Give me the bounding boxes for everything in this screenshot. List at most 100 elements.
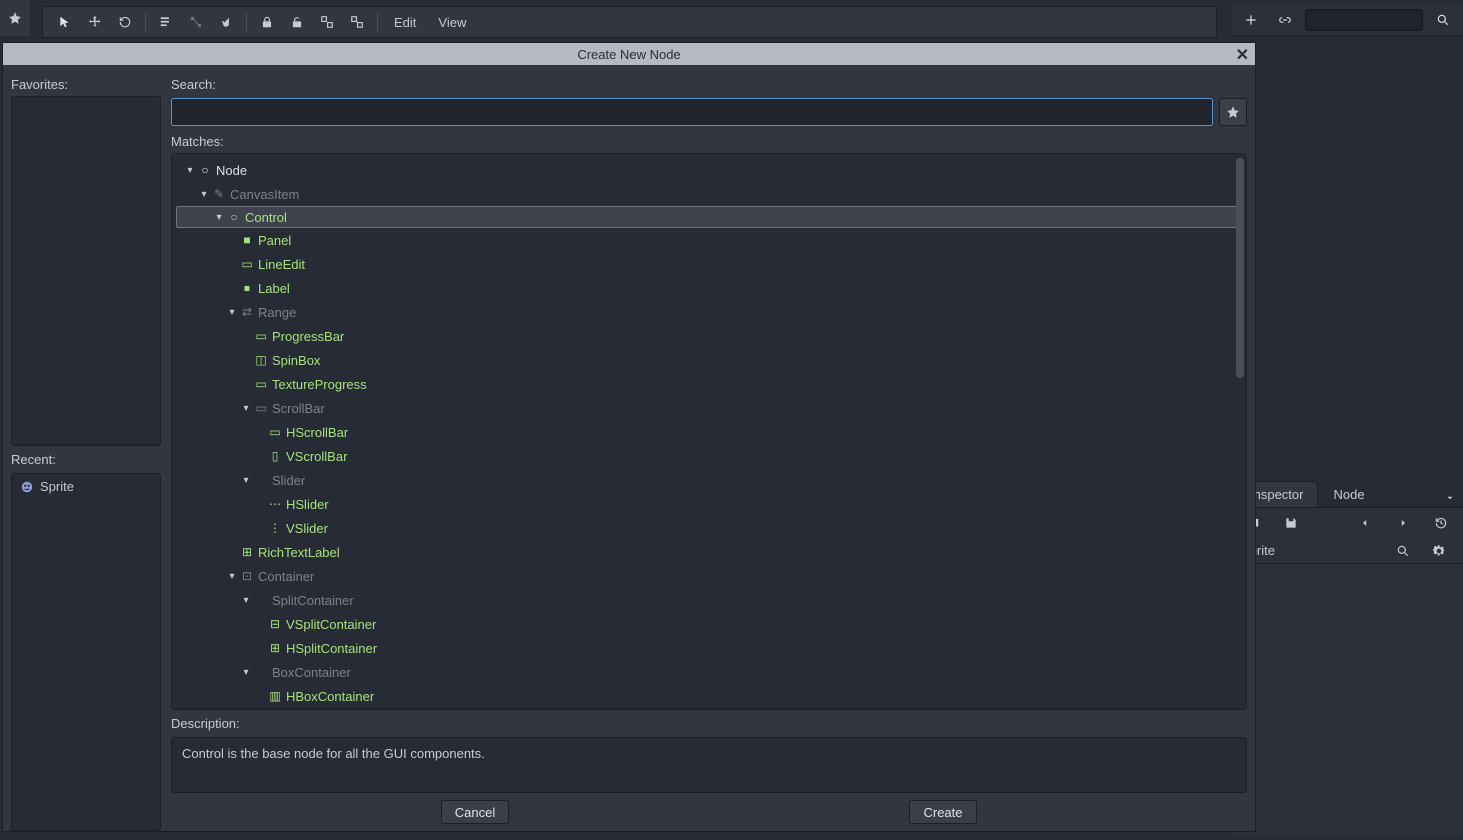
expander-icon[interactable]: ▾ — [240, 595, 252, 606]
tree-row-vscrollbar[interactable]: ▯VScrollBar — [176, 444, 1242, 468]
tree-row-textureprogress[interactable]: ▭TextureProgress — [176, 372, 1242, 396]
toolbar-separator — [246, 12, 247, 32]
recent-item[interactable]: Sprite — [12, 474, 160, 499]
tree-node-label: Range — [256, 305, 296, 320]
tree-row-panel[interactable]: ■Panel — [176, 228, 1242, 252]
dialog-titlebar[interactable]: Create New Node ✕ — [3, 43, 1255, 65]
tree-row-progressbar[interactable]: ▭ProgressBar — [176, 324, 1242, 348]
list-select-icon[interactable] — [152, 9, 180, 35]
tree-row-canvasitem[interactable]: ▾✎CanvasItem — [176, 182, 1242, 206]
recent-list[interactable]: Sprite — [11, 473, 161, 831]
dialog-left-column: Favorites: Recent: Sprite — [11, 71, 161, 831]
spinbox-icon: ◫ — [252, 353, 270, 367]
expander-icon[interactable]: ▾ — [240, 667, 252, 678]
tree-row-label[interactable]: ⏹Label — [176, 276, 1242, 300]
node-tree[interactable]: ▾○Node▾✎CanvasItem▾○Control■Panel▭LineEd… — [171, 153, 1247, 710]
expander-icon[interactable]: ▾ — [198, 189, 210, 200]
tree-row-range[interactable]: ▾⇄Range — [176, 300, 1242, 324]
hboxcontainer-icon: ▥ — [266, 689, 284, 703]
hscrollbar-icon: ▭ — [266, 425, 284, 439]
ungroup-icon[interactable] — [343, 9, 371, 35]
expander-icon[interactable]: ▾ — [213, 212, 225, 223]
tree-row-richtextlabel[interactable]: ⊞RichTextLabel — [176, 540, 1242, 564]
tree-node-label: CanvasItem — [228, 187, 299, 202]
favorites-list[interactable] — [11, 96, 161, 446]
toolbar-separator — [145, 12, 146, 32]
save-resource-icon[interactable] — [1277, 510, 1305, 536]
tree-row-vsplitcontainer[interactable]: ⊟VSplitContainer — [176, 612, 1242, 636]
tree-row-hslider[interactable]: ⋯HSlider — [176, 492, 1242, 516]
search-icon[interactable] — [1389, 538, 1417, 564]
tab-dropdown-icon[interactable] — [1437, 489, 1463, 507]
favorite-toggle-button[interactable] — [1219, 98, 1247, 126]
search-icon[interactable] — [1429, 7, 1457, 33]
lineedit-icon: ▭ — [238, 257, 256, 271]
tree-node-label: VScrollBar — [284, 449, 347, 464]
scene-filter-input[interactable] — [1305, 9, 1423, 31]
tree-node-label: Control — [243, 210, 287, 225]
tree-node-label: Container — [256, 569, 314, 584]
history-icon[interactable] — [1427, 510, 1455, 536]
pan-tool-icon[interactable] — [212, 9, 240, 35]
tree-row-boxcontainer[interactable]: ▾BoxContainer — [176, 660, 1242, 684]
tree-row-spinbox[interactable]: ◫SpinBox — [176, 348, 1242, 372]
cancel-button[interactable]: Cancel — [441, 800, 509, 824]
tree-row-node[interactable]: ▾○Node — [176, 158, 1242, 182]
rotate-tool-icon[interactable] — [111, 9, 139, 35]
control-icon: ○ — [225, 210, 243, 224]
scene-tree-area — [1231, 36, 1463, 480]
select-tool-icon[interactable] — [51, 9, 79, 35]
group-icon[interactable] — [313, 9, 341, 35]
hsplitcontainer-icon: ⊞ — [266, 641, 284, 655]
tab-node[interactable]: Node — [1318, 481, 1379, 507]
range-icon: ⇄ — [238, 305, 256, 319]
move-tool-icon[interactable] — [81, 9, 109, 35]
description-label: Description: — [171, 710, 1247, 735]
lock-group-icon[interactable] — [182, 9, 210, 35]
create-button[interactable]: Create — [909, 800, 977, 824]
history-prev-icon[interactable] — [1351, 510, 1379, 536]
tree-node-label: VSlider — [284, 521, 328, 536]
inspector-toolbar — [1231, 508, 1463, 538]
search-input[interactable] — [171, 98, 1213, 126]
gear-icon[interactable] — [1425, 538, 1453, 564]
unlock-icon[interactable] — [283, 9, 311, 35]
tree-row-vslider[interactable]: ⋮VSlider — [176, 516, 1242, 540]
tree-row-control[interactable]: ▾○Control — [176, 206, 1242, 228]
lock-icon[interactable] — [253, 9, 281, 35]
richtextlabel-icon: ⊞ — [238, 545, 256, 559]
history-next-icon[interactable] — [1389, 510, 1417, 536]
tree-node-label: HBoxContainer — [284, 689, 374, 704]
scrollbar-thumb[interactable] — [1236, 158, 1244, 378]
tree-row-container[interactable]: ▾⊡Container — [176, 564, 1242, 588]
tree-row-hsplitcontainer[interactable]: ⊞HSplitContainer — [176, 636, 1242, 660]
tree-row-hscrollbar[interactable]: ▭HScrollBar — [176, 420, 1242, 444]
expander-icon[interactable]: ▾ — [240, 475, 252, 486]
close-icon[interactable]: ✕ — [1236, 45, 1249, 65]
tree-row-lineedit[interactable]: ▭LineEdit — [176, 252, 1242, 276]
tree-row-slider[interactable]: ▾Slider — [176, 468, 1242, 492]
tree-node-label: SpinBox — [270, 353, 320, 368]
favorite-star-icon[interactable] — [1, 5, 29, 31]
tree-node-label: HScrollBar — [284, 425, 348, 440]
inspector-object-name: Sprite — [1241, 543, 1381, 558]
progressbar-icon: ▭ — [252, 329, 270, 343]
edit-menu[interactable]: Edit — [384, 15, 426, 30]
dialog-right-column: Search: Matches: ▾○Node▾✎CanvasItem▾○Con… — [171, 71, 1247, 831]
matches-label: Matches: — [171, 128, 1247, 153]
tree-node-label: TextureProgress — [270, 377, 367, 392]
expander-icon[interactable]: ▾ — [226, 571, 238, 582]
add-node-icon[interactable] — [1237, 7, 1265, 33]
tree-row-hboxcontainer[interactable]: ▥HBoxContainer — [176, 684, 1242, 708]
expander-icon[interactable]: ▾ — [240, 403, 252, 414]
vslider-icon: ⋮ — [266, 521, 284, 535]
expander-icon[interactable]: ▾ — [226, 307, 238, 318]
recent-label: Recent: — [11, 446, 161, 471]
tree-row-splitcontainer[interactable]: ▾SplitContainer — [176, 588, 1242, 612]
view-menu[interactable]: View — [428, 15, 476, 30]
tree-row-scrollbar[interactable]: ▾▭ScrollBar — [176, 396, 1242, 420]
link-icon[interactable] — [1271, 7, 1299, 33]
textureprogress-icon: ▭ — [252, 377, 270, 391]
tree-node-label: HSplitContainer — [284, 641, 377, 656]
expander-icon[interactable]: ▾ — [184, 165, 196, 176]
